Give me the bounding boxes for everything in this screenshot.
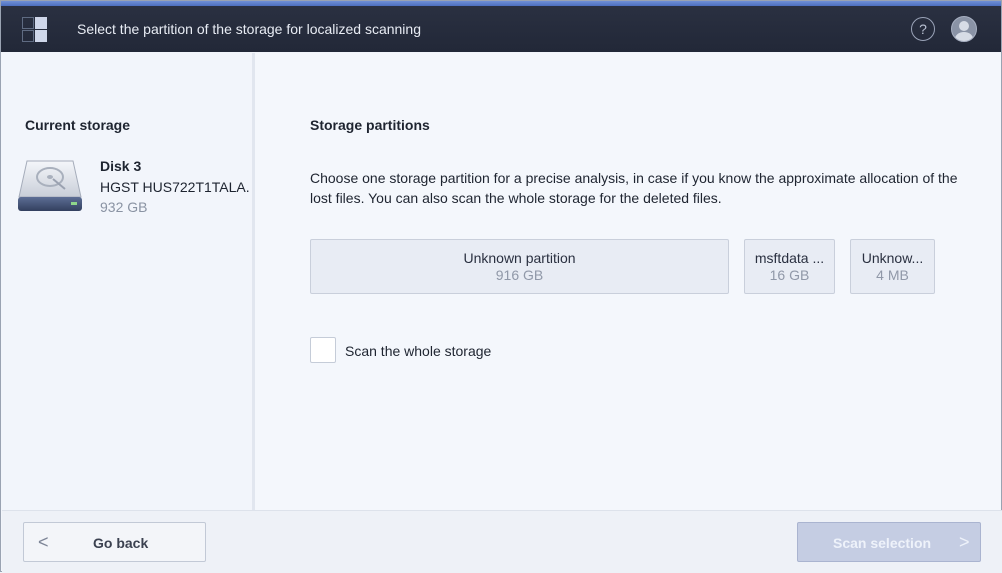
current-storage-heading: Current storage (25, 117, 131, 133)
chevron-right-icon: > (959, 532, 970, 552)
scan-selection-label: Scan selection (833, 535, 932, 551)
scan-selection-button[interactable]: Scan selection > (797, 522, 981, 562)
app-window: Select the partition of the storage for … (0, 0, 1002, 573)
partition-name: msftdata ... (754, 250, 825, 266)
partition-tile-msftdata[interactable]: msftdata ... 16 GB (744, 239, 835, 294)
accent-stripe (1, 1, 1001, 6)
page-title: Select the partition of the storage for … (77, 21, 421, 37)
chevron-left-icon: < (38, 532, 49, 552)
partition-tile-unknown[interactable]: Unknown partition 916 GB (310, 239, 729, 294)
sidebar: Current storage Disk 3 HGST HUS722T1TALA… (2, 53, 255, 510)
storage-partitions-heading: Storage partitions (310, 117, 430, 133)
footer-bar: < Go back Scan selection > (2, 510, 1002, 573)
description-text: Choose one storage partition for a preci… (310, 170, 958, 206)
go-back-button[interactable]: < Go back (23, 522, 206, 562)
disk-name: Disk 3 (100, 158, 142, 174)
partition-size: 916 GB (495, 267, 544, 283)
partition-name: Unknow... (861, 250, 924, 266)
disk-model: HGST HUS722T1TALA... (100, 179, 250, 195)
partition-size: 4 MB (876, 267, 909, 283)
hard-drive-icon (18, 160, 82, 211)
main-panel: Storage partitions Choose one storage pa… (255, 53, 1001, 510)
user-icon[interactable] (951, 16, 977, 42)
go-back-label: Go back (93, 535, 149, 551)
partition-size: 16 GB (769, 267, 810, 283)
disk-size: 932 GB (100, 199, 148, 215)
grid-menu-icon[interactable] (22, 17, 48, 43)
partition-name: Unknown partition (463, 250, 576, 266)
scan-whole-storage-label[interactable]: Scan the whole storage (345, 343, 491, 359)
partition-tile-unknown-small[interactable]: Unknow... 4 MB (850, 239, 935, 294)
top-bar: Select the partition of the storage for … (1, 1, 1001, 52)
scan-whole-storage-checkbox[interactable] (310, 337, 336, 363)
help-icon[interactable]: ? (911, 17, 935, 41)
